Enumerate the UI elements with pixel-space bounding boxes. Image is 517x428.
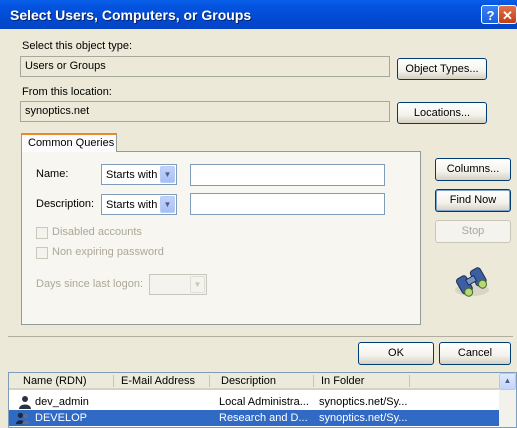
column-header-folder[interactable]: In Folder — [321, 375, 364, 387]
row-name: DEVELOP — [35, 412, 87, 424]
object-types-button[interactable]: Object Types... — [397, 58, 487, 80]
chevron-down-icon[interactable]: ▼ — [190, 276, 205, 293]
column-divider[interactable] — [313, 375, 314, 387]
column-header-description[interactable]: Description — [221, 375, 276, 387]
close-button[interactable]: ✕ — [498, 5, 517, 24]
column-header-name[interactable]: Name (RDN) — [23, 375, 87, 387]
table-row[interactable]: dev_admin Local Administra... synoptics.… — [9, 394, 499, 410]
object-type-label: Select this object type: — [22, 40, 133, 52]
location-field: synoptics.net — [20, 101, 390, 122]
non-expiring-label: Non expiring password — [52, 246, 164, 258]
object-type-field: Users or Groups — [20, 56, 390, 77]
window-title: Select Users, Computers, or Groups — [10, 7, 252, 23]
ok-button[interactable]: OK — [358, 342, 434, 365]
days-since-logon-select[interactable]: ▼ — [149, 274, 207, 295]
binoculars-search-icon — [455, 267, 489, 297]
scroll-up-button[interactable]: ▲ — [499, 373, 516, 390]
row-name: dev_admin — [35, 396, 89, 408]
columns-button[interactable]: Columns... — [435, 158, 511, 181]
column-header-email[interactable]: E-Mail Address — [121, 375, 195, 387]
results-header: Name (RDN) E-Mail Address Description In… — [9, 373, 499, 390]
name-operator-select[interactable]: Starts with ▼ — [101, 164, 177, 185]
location-label: From this location: — [22, 86, 112, 98]
chevron-down-icon[interactable]: ▼ — [160, 166, 175, 183]
name-operator-value: Starts with — [106, 169, 158, 181]
stop-button: Stop — [435, 220, 511, 243]
description-operator-select[interactable]: Starts with ▼ — [101, 194, 177, 215]
user-icon — [19, 396, 31, 409]
row-description: Research and D... — [219, 412, 308, 424]
column-divider[interactable] — [409, 375, 410, 387]
description-label: Description: — [36, 198, 95, 210]
row-folder: synoptics.net/Sy... — [319, 412, 408, 424]
locations-button[interactable]: Locations... — [397, 102, 487, 124]
description-operator-value: Starts with — [106, 199, 158, 211]
row-folder: synoptics.net/Sy... — [319, 396, 408, 408]
disabled-accounts-label: Disabled accounts — [52, 226, 142, 238]
row-description: Local Administra... — [219, 396, 309, 408]
column-divider[interactable] — [113, 375, 114, 387]
disabled-accounts-checkbox[interactable] — [36, 227, 48, 239]
find-now-button[interactable]: Find Now — [435, 189, 511, 212]
tab-common-queries[interactable]: Common Queries — [21, 133, 117, 152]
name-input[interactable] — [190, 164, 385, 186]
vertical-scrollbar[interactable] — [499, 390, 516, 427]
days-since-logon-label: Days since last logon: — [36, 278, 143, 290]
description-input[interactable] — [190, 193, 385, 215]
table-row[interactable]: DEVELOP Research and D... synoptics.net/… — [9, 410, 499, 426]
cancel-button[interactable]: Cancel — [439, 342, 511, 365]
column-divider[interactable] — [209, 375, 210, 387]
non-expiring-checkbox[interactable] — [36, 247, 48, 259]
divider — [8, 336, 513, 337]
group-icon — [16, 412, 30, 425]
search-results-list[interactable]: Name (RDN) E-Mail Address Description In… — [8, 372, 517, 428]
chevron-down-icon[interactable]: ▼ — [160, 196, 175, 213]
name-label: Name: — [36, 168, 69, 180]
title-bar[interactable]: Select Users, Computers, or Groups ? ✕ — [0, 0, 517, 29]
